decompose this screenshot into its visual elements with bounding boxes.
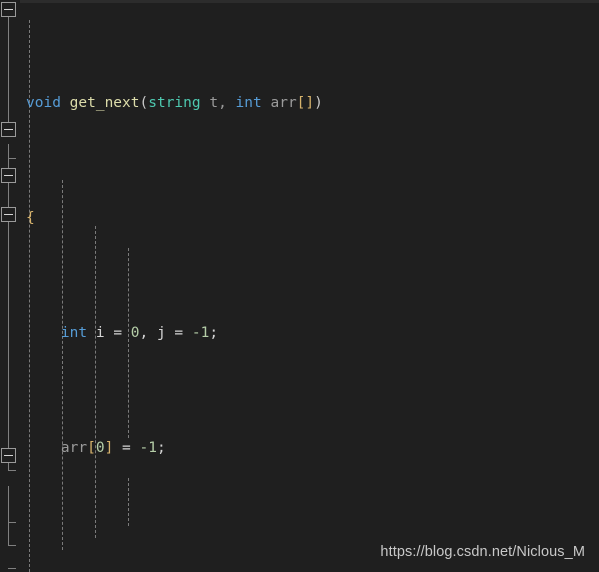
gutter-tick-4: [8, 545, 16, 546]
token-function-name: get_next: [69, 95, 140, 111]
token-keyword-int: int: [235, 95, 262, 111]
code-surface[interactable]: void get_next(string t, int arr[]) { int…: [20, 0, 599, 572]
token-type-string: string: [148, 95, 201, 111]
token-param-t: t,: [200, 95, 236, 111]
gutter-scope-line-while: [8, 183, 9, 207]
token-keyword-void: void: [26, 95, 61, 111]
watermark-url: https://blog.csdn.net/Niclous_M: [380, 544, 585, 560]
token-rparen: ): [314, 95, 323, 111]
gutter-tick-1: [8, 158, 16, 159]
gutter-scope-line-if: [8, 222, 9, 471]
gutter-tick-3: [8, 522, 16, 523]
token-keyword-int: int: [60, 325, 88, 341]
code-line[interactable]: int i = 0, j = -1;: [20, 322, 599, 345]
token-param-arr: arr: [261, 95, 297, 111]
token-ident-arr: arr: [60, 440, 88, 456]
token-assign: =: [113, 440, 140, 456]
gutter-tick-5: [8, 568, 16, 569]
gutter-scope-line-function-upper: [8, 14, 9, 129]
code-line[interactable]: void get_next(string t, int arr[]): [20, 92, 599, 115]
gutter-scope-line-function-mid: [8, 144, 9, 168]
token-decl-i: i =: [87, 325, 131, 341]
token-number-neg1: -1: [139, 440, 157, 456]
token-semicolon: ;: [157, 440, 166, 456]
code-line[interactable]: {: [20, 207, 599, 230]
token-number-zero: 0: [130, 325, 140, 341]
token-brackets: []: [296, 95, 315, 111]
fold-marker-inner-if[interactable]: [1, 207, 16, 222]
token-open-brace-function: {: [26, 210, 35, 226]
gutter-scope-line-else: [8, 486, 9, 546]
token-number-zero: 0: [95, 440, 105, 456]
code-line[interactable]: arr[0] = -1;: [20, 437, 599, 460]
token-decl-j: , j =: [139, 325, 192, 341]
fold-marker-else[interactable]: [1, 448, 16, 463]
code-lines[interactable]: void get_next(string t, int arr[]) { int…: [20, 0, 599, 572]
fold-marker-while[interactable]: [1, 122, 16, 137]
token-lbracket: [: [87, 440, 96, 456]
token-number-neg1: -1: [191, 325, 210, 341]
token-semicolon: ;: [209, 325, 219, 341]
fold-marker-if[interactable]: [1, 168, 16, 183]
code-editor: void get_next(string t, int arr[]) { int…: [0, 0, 599, 572]
token-lparen: (: [139, 95, 149, 111]
fold-marker-function[interactable]: [1, 2, 16, 17]
gutter-tick-2: [8, 470, 16, 471]
fold-gutter[interactable]: [0, 0, 20, 572]
